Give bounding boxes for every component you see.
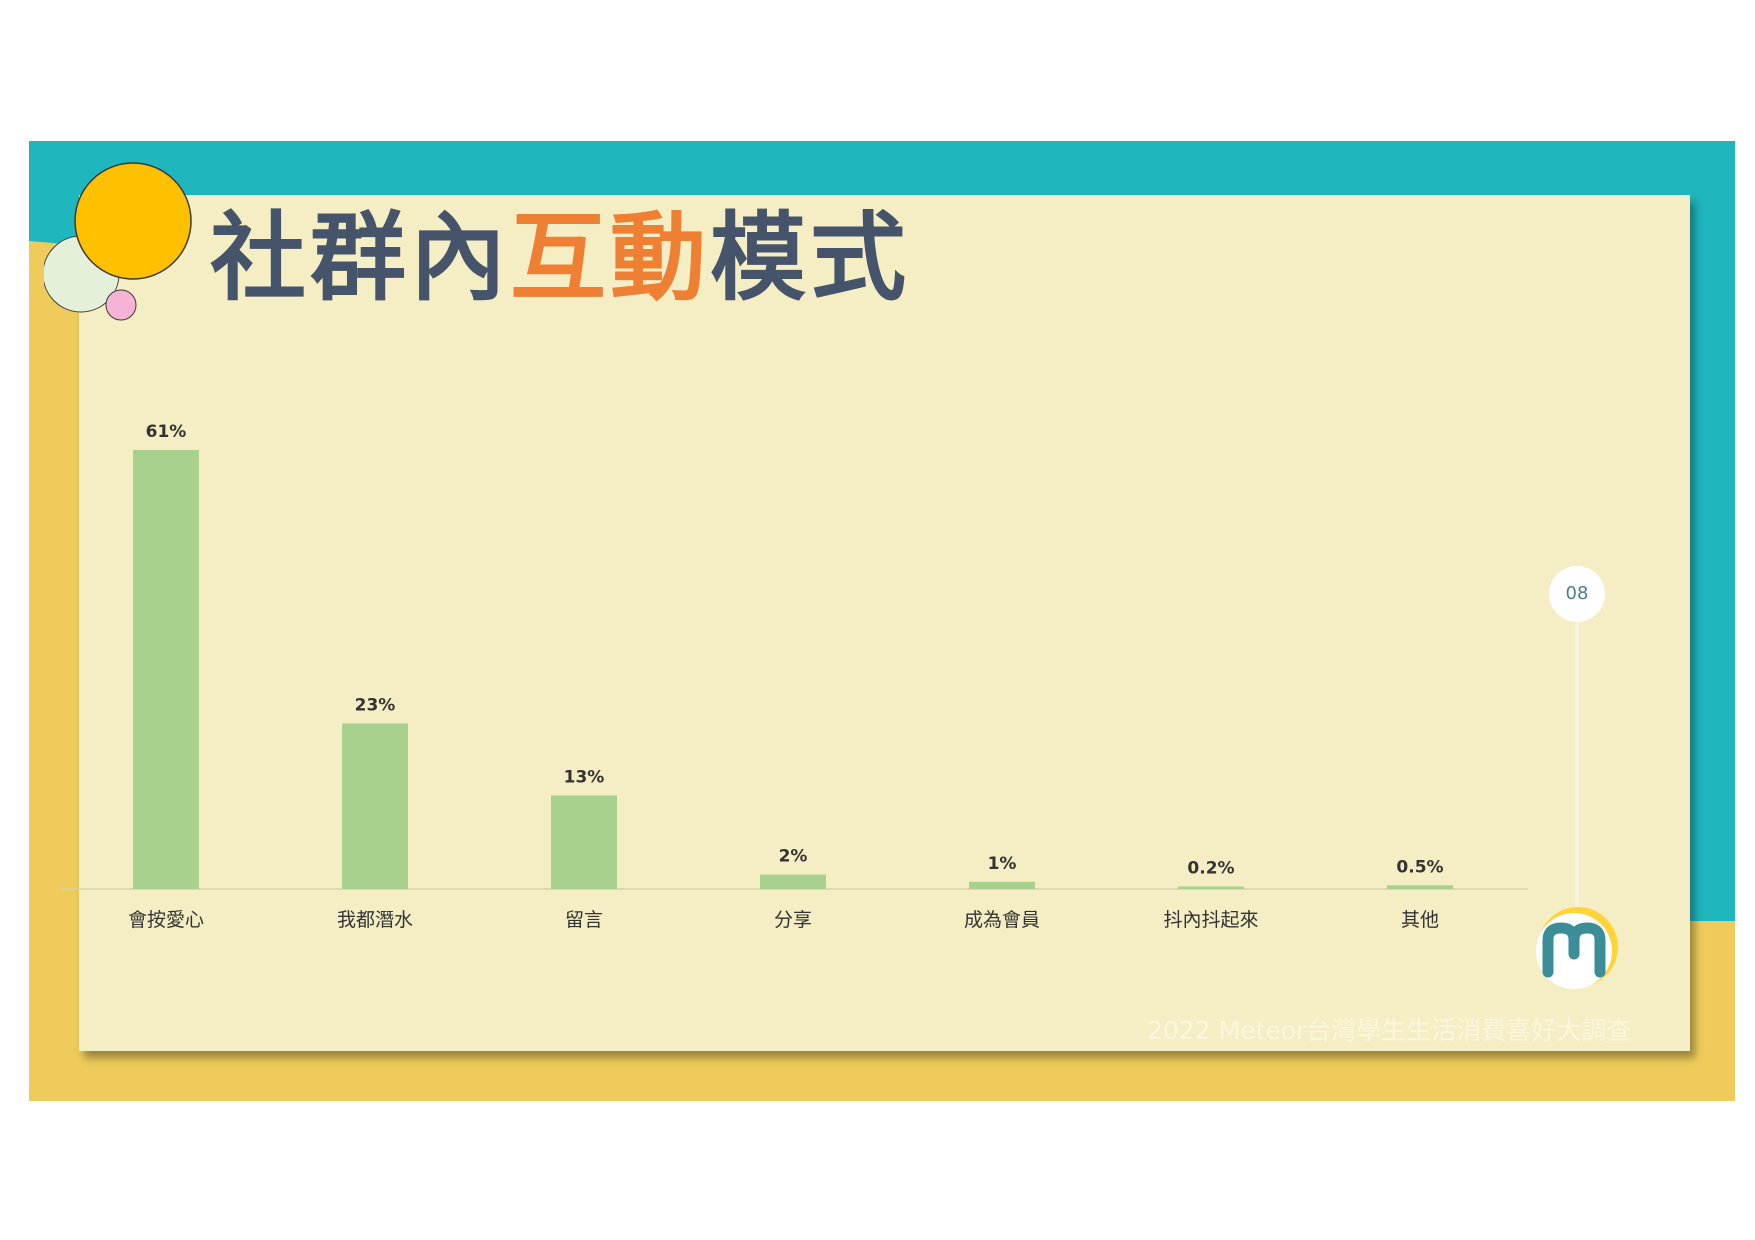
value-label-4: 2% bbox=[779, 847, 808, 867]
bar-5 bbox=[969, 881, 1035, 889]
value-label-5: 1% bbox=[988, 854, 1017, 874]
footer-caption: 2022 Meteor台灣學生生活消費喜好大調查 bbox=[1147, 1016, 1632, 1045]
page-number-badge: 08 bbox=[1549, 566, 1605, 622]
value-label-1: 61% bbox=[146, 422, 187, 442]
meteor-m-logo bbox=[1536, 907, 1618, 989]
category-label-6: 抖內抖起來 bbox=[1163, 909, 1258, 931]
value-label-7: 0.5% bbox=[1396, 857, 1443, 877]
page-indicator-line bbox=[1575, 620, 1579, 910]
bar-2 bbox=[342, 723, 408, 889]
bar-3 bbox=[551, 795, 617, 889]
category-label-4: 分享 bbox=[774, 909, 812, 931]
bar-1 bbox=[133, 450, 199, 889]
bar-6 bbox=[1178, 886, 1244, 889]
category-label-2: 我都潛水 bbox=[337, 909, 413, 931]
value-label-3: 13% bbox=[564, 767, 605, 787]
value-label-2: 23% bbox=[355, 695, 396, 715]
category-label-3: 留言 bbox=[565, 909, 603, 931]
bar-4 bbox=[760, 874, 826, 889]
bar-7 bbox=[1387, 885, 1453, 889]
category-label-5: 成為會員 bbox=[964, 909, 1040, 931]
bar-chart: 61% 會按愛心 23% 我都潛水 13% 留言 2% 分享 1% 成為會員 0.2% 抖內抖起來 0.… bbox=[62, 422, 1528, 931]
value-label-6: 0.2% bbox=[1187, 859, 1234, 879]
category-label-1: 會按愛心 bbox=[128, 909, 204, 931]
category-label-7: 其他 bbox=[1401, 909, 1439, 931]
